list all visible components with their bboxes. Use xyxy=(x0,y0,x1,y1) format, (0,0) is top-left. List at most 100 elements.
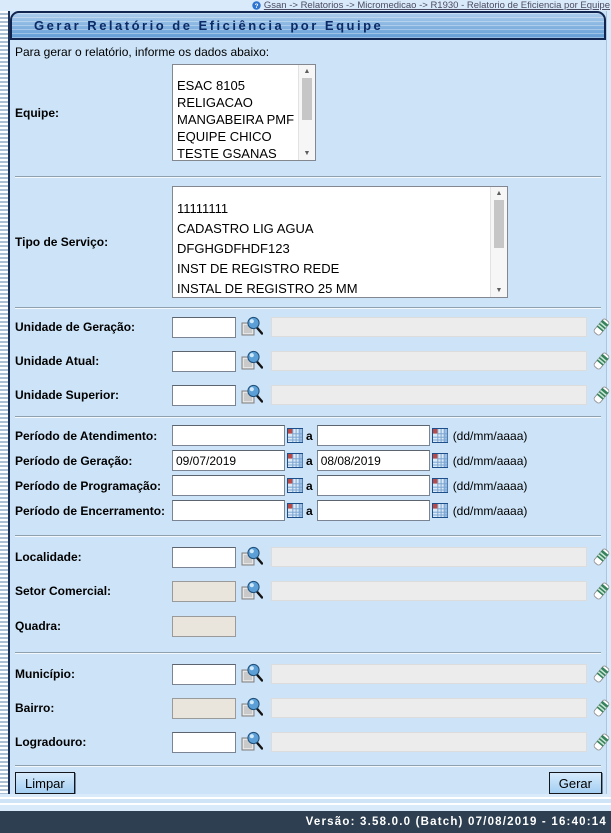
range-separator: a xyxy=(306,479,313,493)
list-item[interactable] xyxy=(173,65,315,77)
unidade-geracao-description xyxy=(271,317,587,337)
breadcrumb-bar: Gsan -> Relatorios -> Micromedicao -> R1… xyxy=(0,0,611,11)
search-icon[interactable] xyxy=(241,663,263,685)
scroll-up-arrow[interactable]: ▲ xyxy=(299,65,315,78)
limpar-button[interactable]: Limpar xyxy=(15,772,75,794)
calendar-icon[interactable] xyxy=(287,503,303,518)
version-bar: Versão: 3.58.0.0 (Batch) 07/08/2019 - 16… xyxy=(0,811,611,833)
date-format-hint: (dd/mm/aaaa) xyxy=(453,429,528,443)
periodo-programacao-to-input[interactable] xyxy=(317,475,430,496)
eraser-icon[interactable] xyxy=(593,351,610,372)
quadra-label: Quadra: xyxy=(15,619,172,633)
list-item[interactable]: CADASTRO LIG AGUA xyxy=(173,219,507,239)
list-item[interactable]: DFGHGDFHDF123 xyxy=(173,239,507,259)
search-icon[interactable] xyxy=(241,350,263,372)
eraser-icon[interactable] xyxy=(593,664,610,685)
unidade-geracao-input[interactable] xyxy=(172,317,236,338)
date-format-hint: (dd/mm/aaaa) xyxy=(453,504,528,518)
footer-separator-lines xyxy=(0,794,611,811)
eraser-icon[interactable] xyxy=(593,317,610,338)
unidade-superior-row: Unidade Superior: xyxy=(10,378,606,412)
bairro-label: Bairro: xyxy=(15,701,172,715)
periodo-encerramento-from-input[interactable] xyxy=(172,500,285,521)
tipo-servico-listbox[interactable]: 11111111 CADASTRO LIG AGUA DFGHGDFHDF123… xyxy=(172,186,508,298)
calendar-icon[interactable] xyxy=(287,478,303,493)
scroll-up-arrow[interactable]: ▲ xyxy=(491,187,507,200)
list-item[interactable]: RELIGACAO xyxy=(173,94,315,111)
municipio-input[interactable] xyxy=(172,664,236,685)
localidade-input[interactable] xyxy=(172,547,236,568)
localidade-description xyxy=(271,547,587,567)
gerar-button[interactable]: Gerar xyxy=(549,772,602,794)
scroll-down-arrow[interactable]: ▼ xyxy=(299,147,315,160)
periodo-atendimento-row: Período de Atendimento: a (dd/mm/aaaa) xyxy=(10,423,606,448)
periodo-atendimento-from-input[interactable] xyxy=(172,425,285,446)
list-item[interactable]: INSTAL DE REGISTRO 25 MM xyxy=(173,279,507,298)
logradouro-label: Logradouro: xyxy=(15,735,172,749)
search-icon[interactable] xyxy=(241,731,263,753)
scrollbar[interactable]: ▲ ▼ xyxy=(490,187,507,297)
periodo-programacao-from-input[interactable] xyxy=(172,475,285,496)
equipe-listbox[interactable]: ESAC 8105 RELIGACAO MANGABEIRA PMF EQUIP… xyxy=(172,64,316,161)
search-icon[interactable] xyxy=(241,546,263,568)
setor-comercial-description xyxy=(271,581,587,601)
scrollbar-thumb[interactable] xyxy=(494,200,504,248)
eraser-icon[interactable] xyxy=(593,385,610,406)
calendar-icon[interactable] xyxy=(432,453,448,468)
unidade-superior-label: Unidade Superior: xyxy=(15,388,172,402)
scrollbar-thumb[interactable] xyxy=(302,78,312,120)
localidade-label: Localidade: xyxy=(15,550,172,564)
list-item[interactable]: EQUIPE CHICO xyxy=(173,128,315,145)
calendar-icon[interactable] xyxy=(287,428,303,443)
periodo-atendimento-to-input[interactable] xyxy=(317,425,430,446)
list-item[interactable]: MANGABEIRA PMF xyxy=(173,111,315,128)
unidade-atual-description xyxy=(271,351,587,371)
eraser-icon[interactable] xyxy=(593,698,610,719)
list-item[interactable]: INST DE REGISTRO REDE xyxy=(173,259,507,279)
scroll-down-arrow[interactable]: ▼ xyxy=(491,284,507,297)
range-separator: a xyxy=(306,429,313,443)
list-item[interactable]: 11111111 xyxy=(173,199,507,219)
calendar-icon[interactable] xyxy=(432,428,448,443)
search-icon[interactable] xyxy=(241,316,263,338)
periodo-geracao-to-input[interactable] xyxy=(317,450,430,471)
tipo-servico-label: Tipo de Serviço: xyxy=(15,235,172,249)
periodo-programacao-label: Período de Programação: xyxy=(15,479,172,493)
date-format-hint: (dd/mm/aaaa) xyxy=(453,454,528,468)
list-item[interactable]: TESTE GSANAS xyxy=(173,145,315,161)
left-decorative-stripe xyxy=(0,11,10,794)
unidade-atual-row: Unidade Atual: xyxy=(10,344,606,378)
eraser-icon[interactable] xyxy=(593,732,610,753)
breadcrumb[interactable]: Gsan -> Relatorios -> Micromedicao -> R1… xyxy=(264,0,610,11)
date-format-hint: (dd/mm/aaaa) xyxy=(453,479,528,493)
help-icon[interactable] xyxy=(252,1,261,10)
search-icon[interactable] xyxy=(241,580,263,602)
unidade-geracao-label: Unidade de Geração: xyxy=(15,320,172,334)
logradouro-row: Logradouro: xyxy=(10,725,606,759)
bairro-row: Bairro: xyxy=(10,691,606,725)
logradouro-input[interactable] xyxy=(172,732,236,753)
bairro-input xyxy=(172,698,236,719)
eraser-icon[interactable] xyxy=(593,581,610,602)
list-item[interactable] xyxy=(173,187,507,199)
eraser-icon[interactable] xyxy=(593,547,610,568)
range-separator: a xyxy=(306,504,313,518)
section-divider xyxy=(15,176,601,177)
unidade-atual-input[interactable] xyxy=(172,351,236,372)
calendar-icon[interactable] xyxy=(287,453,303,468)
periodo-encerramento-row: Período de Encerramento: a (dd/mm/aaaa) xyxy=(10,498,606,523)
unidade-superior-input[interactable] xyxy=(172,385,236,406)
periodo-geracao-label: Período de Geração: xyxy=(15,454,172,468)
periodo-encerramento-label: Período de Encerramento: xyxy=(15,504,172,518)
periodo-geracao-from-input[interactable] xyxy=(172,450,285,471)
calendar-icon[interactable] xyxy=(432,503,448,518)
list-item[interactable]: ESAC 8105 xyxy=(173,77,315,94)
search-icon[interactable] xyxy=(241,697,263,719)
periodo-atendimento-label: Período de Atendimento: xyxy=(15,429,172,443)
page-title-bar: Gerar Relatório de Eficiência por Equipe xyxy=(10,11,606,40)
search-icon[interactable] xyxy=(241,384,263,406)
periodo-encerramento-to-input[interactable] xyxy=(317,500,430,521)
calendar-icon[interactable] xyxy=(432,478,448,493)
unidade-superior-description xyxy=(271,385,587,405)
scrollbar[interactable]: ▲ ▼ xyxy=(298,65,315,160)
